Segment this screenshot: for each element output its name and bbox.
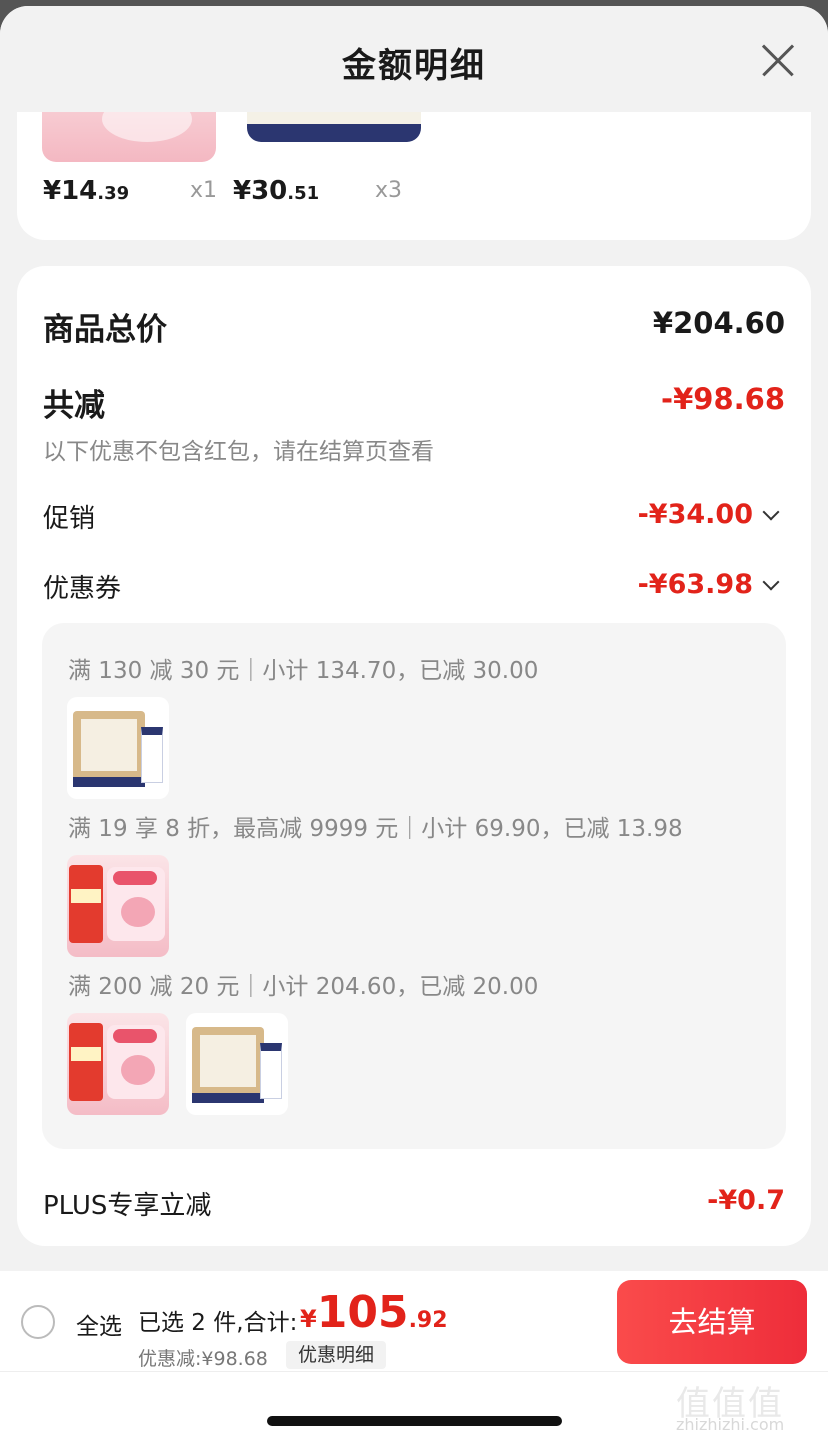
promo-value[interactable]: -¥34.00 — [638, 499, 753, 530]
plus-discount-value: -¥0.7 — [707, 1185, 785, 1216]
discount-detail-button[interactable]: 优惠明细 — [286, 1341, 387, 1369]
select-all-checkbox[interactable] — [21, 1305, 55, 1339]
coupon-rule-text: 满 130 减 30 元｜小计 134.70，已减 30.00 — [68, 658, 539, 684]
checkout-button[interactable]: 去结算 — [617, 1280, 807, 1364]
coupon-rule-text: 满 200 减 20 元｜小计 204.60，已减 20.00 — [68, 974, 539, 1000]
watermark-url: zhizhizhi.com — [676, 1415, 785, 1434]
coupon-value[interactable]: -¥63.98 — [638, 569, 753, 600]
promo-label: 促销 — [43, 504, 96, 534]
coupon-item-thumbnail-milk[interactable] — [67, 697, 169, 799]
home-indicator[interactable] — [267, 1416, 562, 1426]
product-quantity: x1 — [190, 178, 218, 203]
divider — [0, 1371, 828, 1372]
selected-count: 已选 2 件,合计: — [138, 1310, 298, 1336]
product-price: ¥14.39 — [43, 176, 130, 206]
sheet-header: 金额明细 — [0, 6, 828, 112]
total-reduce-label: 共减 — [43, 388, 105, 424]
product-quantity: x3 — [375, 178, 403, 203]
amount-detail-sheet: ¥14.39 x1 ¥30.51 x3 金额明细 商品总价 ¥204.60 共减… — [0, 6, 828, 1444]
total-amount: ¥105.92 — [300, 1287, 448, 1338]
product-price: ¥30.51 — [233, 176, 320, 206]
coupon-item-thumbnail-milk[interactable] — [186, 1013, 288, 1115]
select-all-label[interactable]: 全选 — [76, 1307, 122, 1341]
chevron-down-icon[interactable] — [762, 503, 780, 521]
discount-hint: 以下优惠不包含红包，请在结算页查看 — [43, 439, 434, 465]
total-price-label: 商品总价 — [43, 312, 167, 348]
coupon-item-thumbnail-yogurt[interactable] — [67, 1013, 169, 1115]
coupon-label: 优惠券 — [43, 574, 122, 604]
coupon-rule-text: 满 19 享 8 折，最高减 9999 元｜小计 69.90，已减 13.98 — [68, 816, 683, 842]
plus-discount-label: PLUS专享立减 — [43, 1191, 212, 1221]
sheet-title: 金额明细 — [342, 46, 486, 86]
discount-amount: 优惠减:¥98.68 — [138, 1348, 268, 1370]
price-detail-card: 商品总价 ¥204.60 共减 -¥98.68 以下优惠不包含红包，请在结算页查… — [17, 266, 811, 1246]
total-reduce-value: -¥98.68 — [661, 382, 785, 416]
close-icon[interactable] — [760, 42, 796, 78]
coupon-item-thumbnail-yogurt[interactable] — [67, 855, 169, 957]
chevron-up-icon[interactable] — [762, 573, 780, 591]
checkout-bar: 全选 已选 2 件,合计: ¥105.92 优惠减:¥98.68 优惠明细 去结… — [0, 1271, 828, 1444]
total-price-value: ¥204.60 — [652, 306, 785, 340]
coupon-detail-box: 满 130 减 30 元｜小计 134.70，已减 30.00 满 19 享 8… — [42, 623, 786, 1149]
